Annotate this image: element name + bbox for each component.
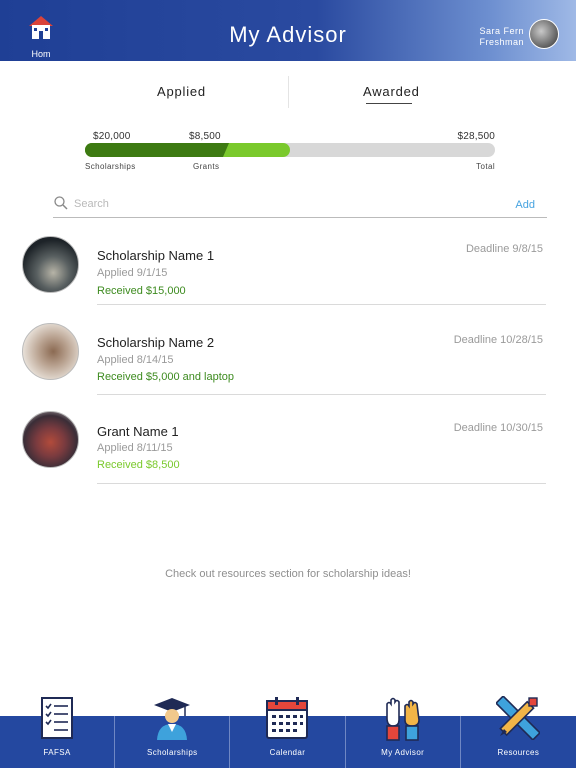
award-received: Received $5,000 and laptop [97,371,234,383]
search-input[interactable] [74,198,474,210]
nav-item-my-advisor[interactable]: My Advisor [346,697,461,768]
graduate-icon [154,698,191,740]
award-name: Scholarship Name 2 [97,335,215,350]
scholarships-fill [85,143,229,157]
total-label: Total [476,162,495,171]
award-applied-date: Applied 9/1/15 [97,267,168,279]
award-applied-date: Applied 8/14/15 [97,354,174,366]
award-name: Grant Name 1 [97,424,179,439]
nav-item-scholarships[interactable]: Scholarships [115,698,231,768]
nav-label: Calendar [269,748,306,757]
award-deadline: Deadline 10/30/15 [453,422,543,434]
award-thumbnail [22,236,79,293]
award-thumbnail [22,411,79,468]
raised-hands-icon [385,697,420,741]
total-value: $28,500 [457,131,495,142]
list-divider [97,483,546,484]
nav-label: Scholarships [146,748,198,757]
calendar-icon [266,697,309,739]
nav-item-resources[interactable]: Resources [461,696,576,768]
scholarships-value: $20,000 [93,131,131,142]
nav-label: My Advisor [381,748,425,757]
add-button[interactable]: Add [515,199,535,211]
tab-awarded[interactable]: Awarded [363,84,420,99]
nav-label: FAFSA [43,748,71,757]
awards-progress: $20,000 $8,500 $28,500 Scholarships Gran… [0,128,576,178]
grants-label: Grants [193,162,220,171]
award-name: Scholarship Name 1 [97,248,215,263]
award-deadline: Deadline 10/28/15 [453,334,543,346]
bottom-nav: FAFSA Scholarships Calendar My Advisor R… [0,696,576,768]
resource-hint: Check out resources section for scholars… [165,568,411,580]
award-thumbnail [22,323,79,380]
tab-divider [288,76,289,108]
avatar[interactable] [529,19,559,49]
award-deadline: Deadline 9/8/15 [465,243,543,255]
tab-applied[interactable]: Applied [157,84,206,99]
tab-active-indicator [366,103,412,104]
progress-track [85,143,495,157]
nav-label: Resources [497,748,540,757]
pencil-ruler-icon [496,696,541,740]
list-divider [97,304,546,305]
nav-item-calendar[interactable]: Calendar [230,697,346,768]
list-divider [97,394,546,395]
search-bar: Add [53,194,547,218]
search-icon [54,196,68,210]
grants-value: $8,500 [189,131,221,142]
award-applied-date: Applied 8/11/15 [97,442,173,454]
user-info[interactable]: Sara Fern Freshman [479,26,524,48]
nav-item-fafsa[interactable]: FAFSA [0,697,116,768]
app-header: Hom My Advisor Sara Fern Freshman [0,0,576,61]
checklist-icon [41,697,74,739]
home-label: Hom [31,49,51,59]
award-received: Received $15,000 [97,285,186,297]
scholarships-label: Scholarships [85,162,136,171]
tab-bar: Applied Awarded [0,76,576,110]
award-received: Received $8,500 [97,459,180,471]
user-name: Sara Fern [479,26,524,36]
user-level: Freshman [479,37,524,47]
